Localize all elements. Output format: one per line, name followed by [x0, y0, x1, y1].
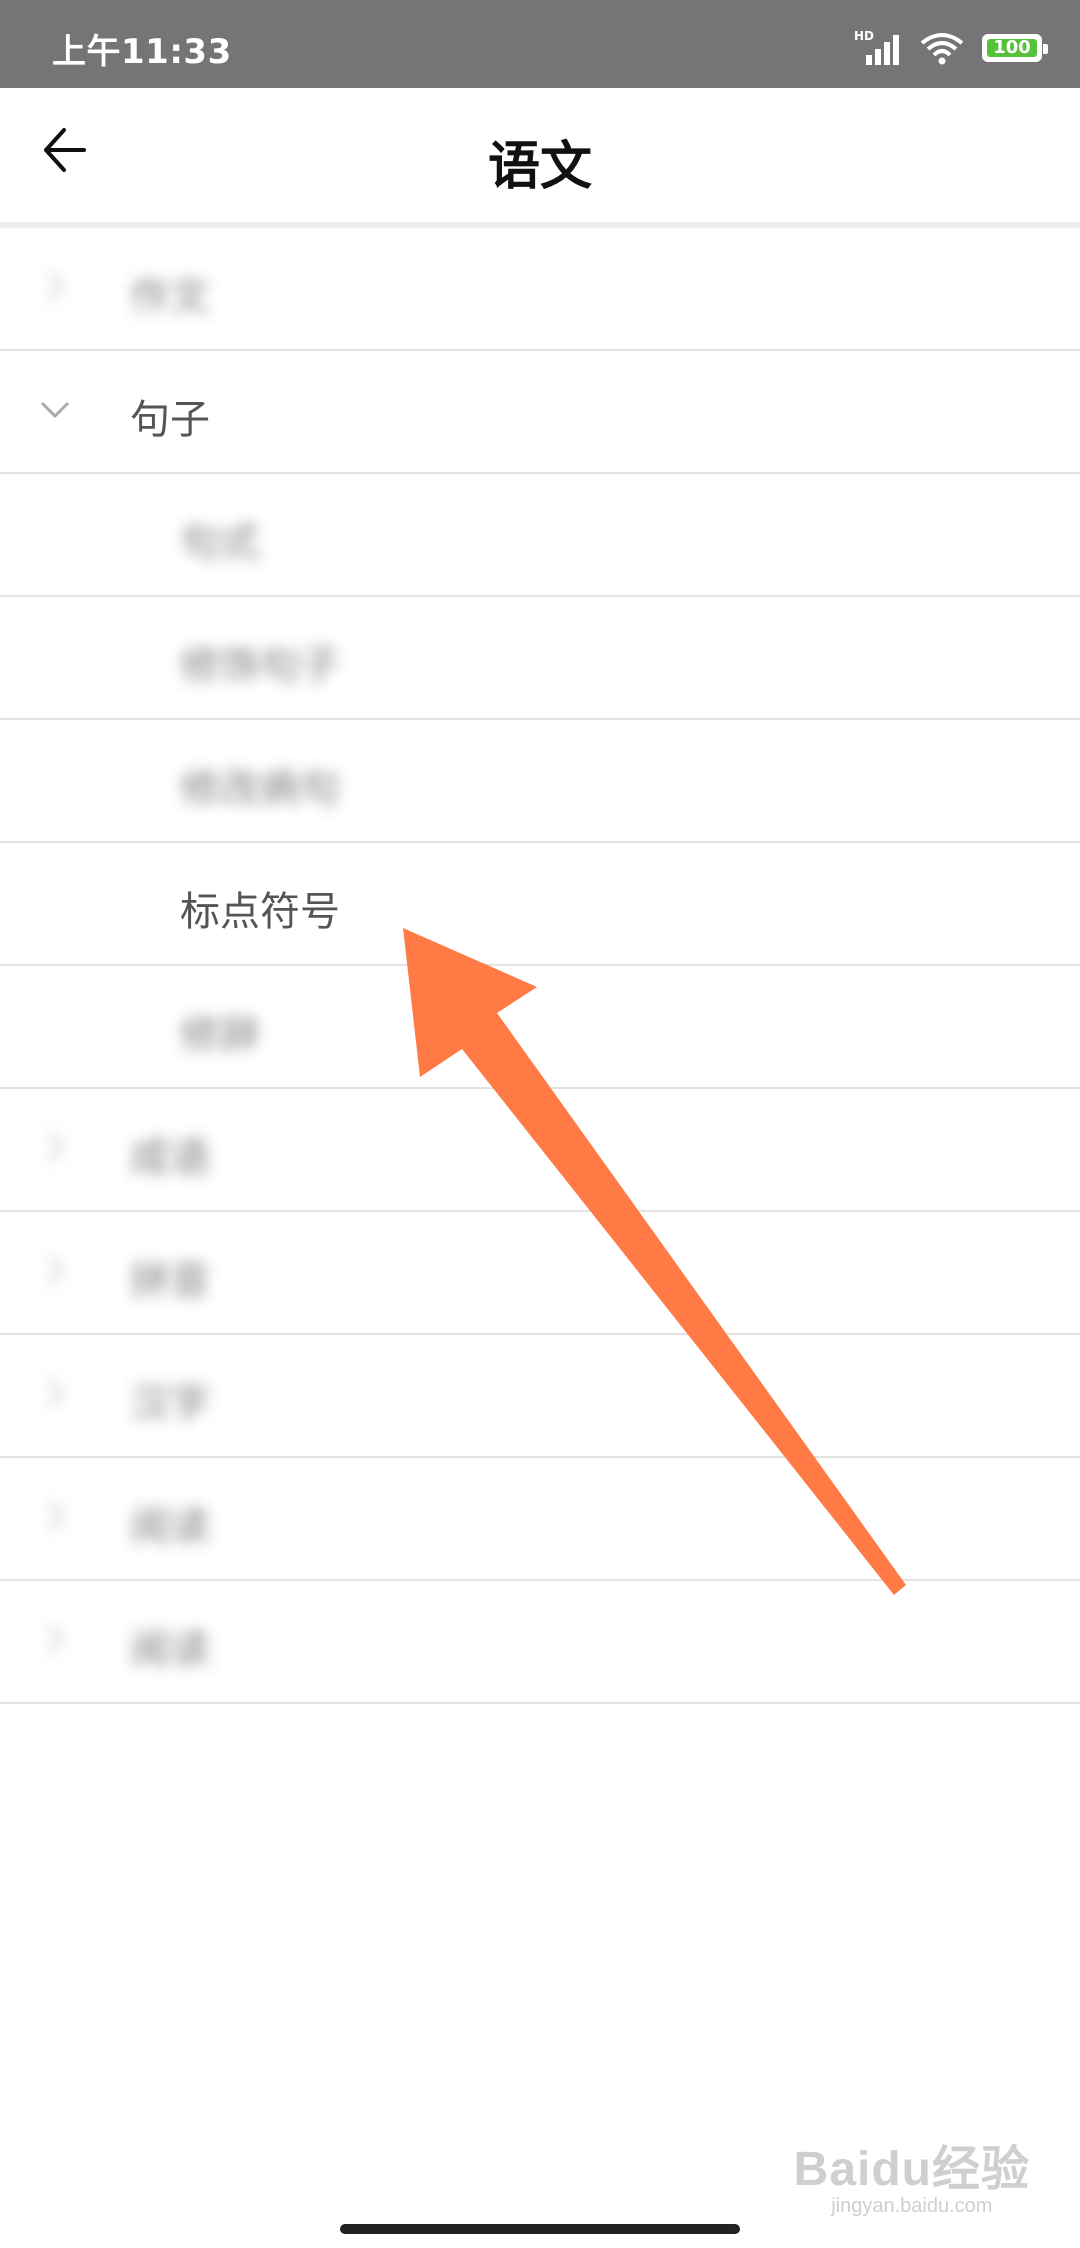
sub-list-item[interactable]: 标点符号	[0, 843, 1080, 966]
list-item[interactable]: 句子	[0, 351, 1080, 474]
chevron-right-icon	[47, 1377, 65, 1409]
list-item-label: 拼音	[130, 1258, 210, 1304]
status-icons: HD 100	[854, 28, 1048, 68]
list-item[interactable]: 拼音	[0, 1212, 1080, 1335]
watermark: Baidu经验 jingyan.baidu.com	[794, 2129, 1030, 2218]
home-indicator[interactable]	[340, 2224, 740, 2234]
list-item-label: 修饰句子	[180, 643, 340, 689]
list-item-label: 修改病句	[180, 766, 340, 812]
list-item[interactable]: 作文	[0, 228, 1080, 351]
page-title: 语文	[487, 137, 592, 197]
category-tree-list: 作文 句子 句式 修饰句子 修改病句 标点符号 修辞 成语 拼音 汉字 阅读 阅读	[0, 228, 1080, 1704]
chevron-right-icon	[47, 270, 65, 302]
wifi-icon	[920, 33, 964, 65]
battery-icon: 100	[982, 34, 1048, 62]
list-item-label: 阅读	[130, 1504, 210, 1550]
list-item-label: 作文	[130, 274, 210, 320]
list-item-label: 句式	[180, 520, 260, 566]
list-item-label: 句子	[130, 397, 210, 443]
list-item[interactable]: 成语	[0, 1089, 1080, 1212]
list-item-label: 成语	[130, 1135, 210, 1181]
list-item-label: 修辞	[180, 1012, 260, 1058]
sub-list-item[interactable]: 修改病句	[0, 720, 1080, 843]
chevron-right-icon	[47, 1623, 65, 1655]
sub-list-item[interactable]: 修饰句子	[0, 597, 1080, 720]
chevron-right-icon	[47, 1500, 65, 1532]
sub-list-item[interactable]: 修辞	[0, 966, 1080, 1089]
list-item-label: 标点符号	[180, 889, 340, 935]
list-item[interactable]: 阅读	[0, 1458, 1080, 1581]
list-item-label: 汉字	[130, 1381, 210, 1427]
network-type-label: HD	[854, 29, 875, 43]
chevron-right-icon	[47, 1254, 65, 1286]
status-time: 上午11:33	[52, 32, 232, 72]
chevron-right-icon	[47, 1131, 65, 1163]
battery-level: 100	[993, 37, 1031, 58]
list-item[interactable]: 汉字	[0, 1335, 1080, 1458]
status-bar: 上午11:33 HD 100	[0, 0, 1080, 88]
sub-list-item[interactable]: 句式	[0, 474, 1080, 597]
list-item[interactable]: 阅读	[0, 1581, 1080, 1704]
list-item-label: 阅读	[130, 1627, 210, 1673]
watermark-main: Baidu经验	[793, 2143, 1030, 2196]
cellular-signal-icon: HD	[854, 29, 902, 65]
chevron-down-icon	[40, 401, 70, 419]
app-header: 语文	[0, 88, 1080, 228]
